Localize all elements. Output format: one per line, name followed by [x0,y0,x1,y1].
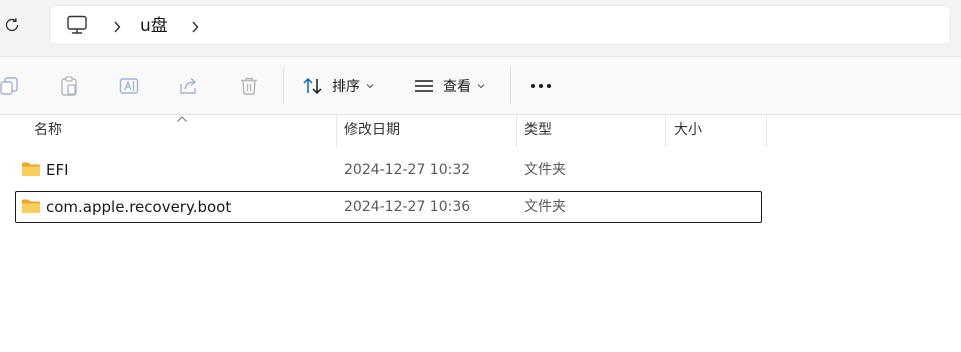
file-name: com.apple.recovery.boot [46,198,232,216]
breadcrumb-chevron[interactable] [190,19,200,33]
paste-button[interactable] [56,73,82,99]
breadcrumb-u-disk[interactable]: u盘 [140,15,168,37]
copy-icon [0,77,18,95]
file-row[interactable]: EFI 2024-12-27 10:32 文件夹 [15,154,762,186]
address-bar[interactable]: u盘 [49,5,951,45]
column-header-modified[interactable]: 修改日期 [344,115,516,147]
command-bar: 排序 查看 [0,57,961,115]
column-header-size[interactable]: 大小 [674,115,766,147]
folder-icon [22,162,40,176]
column-header-name[interactable]: 名称 [34,115,336,147]
more-options-icon [531,84,551,88]
view-button[interactable]: 查看 [413,71,485,101]
rename-icon [119,78,139,94]
delete-button[interactable] [236,73,262,99]
file-type: 文件夹 [524,199,566,215]
paste-icon [61,76,77,96]
trash-icon [241,77,257,95]
share-icon [180,77,197,94]
sort-icon [303,77,322,95]
column-divider[interactable] [516,115,517,147]
column-divider[interactable] [665,115,666,147]
toolbar-divider [510,67,511,104]
share-button[interactable] [176,73,202,99]
toolbar-divider [283,67,284,104]
column-header-row: 名称 修改日期 类型 大小 [0,115,961,147]
chevron-right-icon [192,21,199,33]
breadcrumb-chevron[interactable] [112,19,122,33]
file-modified: 2024-12-27 10:32 [344,162,471,178]
chevron-down-icon [366,84,374,89]
file-modified: 2024-12-27 10:36 [344,199,471,215]
copy-button[interactable] [0,73,22,99]
file-name: EFI [46,161,69,179]
chevron-right-icon [114,21,121,33]
column-divider[interactable] [766,115,767,147]
column-divider[interactable] [336,115,337,147]
rename-button[interactable] [116,73,142,99]
refresh-button[interactable] [0,12,24,38]
view-label: 查看 [443,79,471,95]
file-row[interactable]: com.apple.recovery.boot 2024-12-27 10:36… [15,191,762,223]
sort-label: 排序 [332,79,360,95]
refresh-icon [5,18,19,32]
see-more-button[interactable] [527,77,555,95]
address-region: u盘 [0,0,961,57]
folder-icon [22,199,40,213]
chevron-down-icon [477,84,485,89]
file-type: 文件夹 [524,162,566,178]
sort-button[interactable]: 排序 [302,71,374,101]
breadcrumb-this-pc[interactable] [66,15,88,35]
computer-icon [67,15,87,34]
column-header-type[interactable]: 类型 [524,115,665,147]
view-list-icon [415,80,433,92]
